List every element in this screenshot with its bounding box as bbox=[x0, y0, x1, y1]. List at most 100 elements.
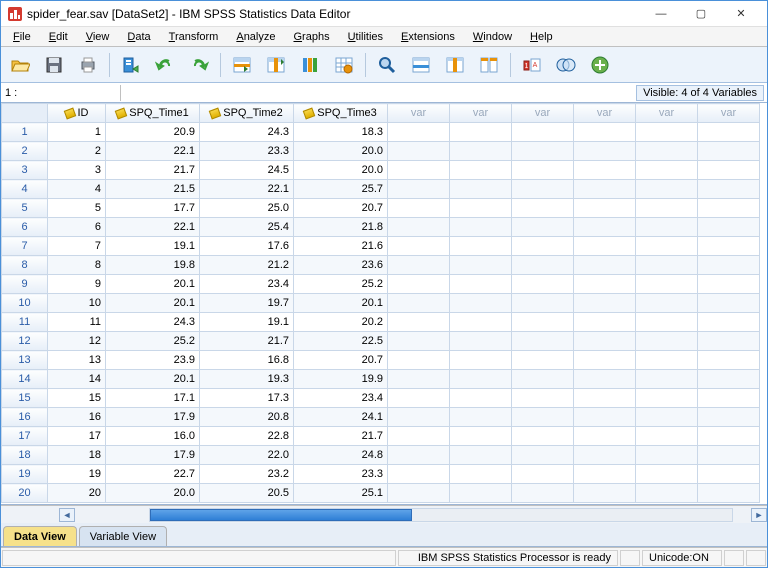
cell-empty[interactable] bbox=[574, 218, 636, 237]
cell-empty[interactable] bbox=[636, 484, 698, 503]
cell-empty[interactable] bbox=[512, 180, 574, 199]
cell[interactable]: 15 bbox=[48, 389, 106, 408]
row-number[interactable]: 14 bbox=[2, 370, 48, 389]
cell[interactable]: 20.0 bbox=[294, 142, 388, 161]
cell-empty[interactable] bbox=[574, 142, 636, 161]
cell[interactable]: 22.8 bbox=[200, 427, 294, 446]
cell-empty[interactable] bbox=[574, 161, 636, 180]
cell-empty[interactable] bbox=[450, 218, 512, 237]
cell[interactable]: 23.4 bbox=[294, 389, 388, 408]
row-number[interactable]: 5 bbox=[2, 199, 48, 218]
cell[interactable]: 22.7 bbox=[106, 465, 200, 484]
cell[interactable]: 8 bbox=[48, 256, 106, 275]
cell[interactable]: 24.3 bbox=[106, 313, 200, 332]
cell-empty[interactable] bbox=[636, 142, 698, 161]
cell-empty[interactable] bbox=[450, 446, 512, 465]
toolbar-insert-var-button[interactable] bbox=[440, 50, 470, 80]
cell[interactable]: 19 bbox=[48, 465, 106, 484]
cell[interactable]: 25.2 bbox=[106, 332, 200, 351]
cell[interactable]: 17.9 bbox=[106, 446, 200, 465]
row-number[interactable]: 7 bbox=[2, 237, 48, 256]
cell-empty[interactable] bbox=[574, 294, 636, 313]
cell[interactable]: 20.1 bbox=[106, 370, 200, 389]
column-header-empty[interactable]: var bbox=[698, 104, 760, 123]
cell-empty[interactable] bbox=[388, 484, 450, 503]
toolbar-weight-button[interactable]: 1A bbox=[517, 50, 547, 80]
toolbar-select-button[interactable] bbox=[551, 50, 581, 80]
menu-extensions[interactable]: Extensions bbox=[393, 29, 463, 45]
cell-empty[interactable] bbox=[388, 370, 450, 389]
cell-empty[interactable] bbox=[636, 332, 698, 351]
cell-empty[interactable] bbox=[512, 237, 574, 256]
cell-empty[interactable] bbox=[574, 484, 636, 503]
cell[interactable]: 21.6 bbox=[294, 237, 388, 256]
cell-empty[interactable] bbox=[512, 294, 574, 313]
cell-empty[interactable] bbox=[388, 408, 450, 427]
menu-view[interactable]: View bbox=[78, 29, 118, 45]
cell-empty[interactable] bbox=[574, 275, 636, 294]
cell-empty[interactable] bbox=[512, 427, 574, 446]
cell[interactable]: 22.1 bbox=[106, 142, 200, 161]
cell[interactable]: 20.1 bbox=[106, 275, 200, 294]
cell-empty[interactable] bbox=[574, 313, 636, 332]
cell[interactable]: 21.7 bbox=[294, 427, 388, 446]
toolbar-print-button[interactable] bbox=[73, 50, 103, 80]
cell-empty[interactable] bbox=[636, 180, 698, 199]
cell-empty[interactable] bbox=[512, 332, 574, 351]
cell[interactable]: 22.1 bbox=[200, 180, 294, 199]
hscroll-left-button[interactable]: ◄ bbox=[59, 508, 75, 522]
column-header-spq_time2[interactable]: SPQ_Time2 bbox=[200, 104, 294, 123]
cell[interactable]: 24.8 bbox=[294, 446, 388, 465]
cell-empty[interactable] bbox=[388, 313, 450, 332]
cell-empty[interactable] bbox=[450, 389, 512, 408]
cell[interactable]: 7 bbox=[48, 237, 106, 256]
cell-empty[interactable] bbox=[512, 389, 574, 408]
cell-empty[interactable] bbox=[574, 256, 636, 275]
menu-file[interactable]: File bbox=[5, 29, 39, 45]
cell-empty[interactable] bbox=[388, 275, 450, 294]
cell-empty[interactable] bbox=[574, 180, 636, 199]
cell-empty[interactable] bbox=[698, 332, 760, 351]
cell[interactable]: 21.8 bbox=[294, 218, 388, 237]
cell[interactable]: 24.5 bbox=[200, 161, 294, 180]
row-number[interactable]: 4 bbox=[2, 180, 48, 199]
cell[interactable]: 13 bbox=[48, 351, 106, 370]
row-number[interactable]: 17 bbox=[2, 427, 48, 446]
cell[interactable]: 11 bbox=[48, 313, 106, 332]
cell-empty[interactable] bbox=[636, 275, 698, 294]
cell-empty[interactable] bbox=[698, 199, 760, 218]
cell[interactable]: 20.8 bbox=[200, 408, 294, 427]
cell-empty[interactable] bbox=[450, 237, 512, 256]
cell-empty[interactable] bbox=[388, 332, 450, 351]
cell[interactable]: 20 bbox=[48, 484, 106, 503]
cell-empty[interactable] bbox=[512, 142, 574, 161]
cell-empty[interactable] bbox=[636, 294, 698, 313]
cell[interactable]: 20.9 bbox=[106, 123, 200, 142]
cell-empty[interactable] bbox=[574, 446, 636, 465]
cell[interactable]: 20.0 bbox=[294, 161, 388, 180]
cell[interactable]: 20.5 bbox=[200, 484, 294, 503]
cell-empty[interactable] bbox=[450, 275, 512, 294]
cell[interactable]: 16.0 bbox=[106, 427, 200, 446]
cell-empty[interactable] bbox=[574, 408, 636, 427]
menu-help[interactable]: Help bbox=[522, 29, 561, 45]
cell[interactable]: 5 bbox=[48, 199, 106, 218]
tab-variable-view[interactable]: Variable View bbox=[79, 526, 167, 546]
menu-graphs[interactable]: Graphs bbox=[285, 29, 337, 45]
column-header-empty[interactable]: var bbox=[636, 104, 698, 123]
cell[interactable]: 23.9 bbox=[106, 351, 200, 370]
cell[interactable]: 17.9 bbox=[106, 408, 200, 427]
toolbar-variables-button[interactable] bbox=[295, 50, 325, 80]
row-number[interactable]: 3 bbox=[2, 161, 48, 180]
cell[interactable]: 20.7 bbox=[294, 199, 388, 218]
cell-empty[interactable] bbox=[450, 484, 512, 503]
cell-empty[interactable] bbox=[636, 161, 698, 180]
cell[interactable]: 24.3 bbox=[200, 123, 294, 142]
cell-empty[interactable] bbox=[636, 370, 698, 389]
cell-empty[interactable] bbox=[698, 389, 760, 408]
cell-empty[interactable] bbox=[512, 218, 574, 237]
cell[interactable]: 21.5 bbox=[106, 180, 200, 199]
row-number[interactable]: 9 bbox=[2, 275, 48, 294]
cell-empty[interactable] bbox=[636, 218, 698, 237]
hscroll-track[interactable] bbox=[149, 508, 733, 522]
